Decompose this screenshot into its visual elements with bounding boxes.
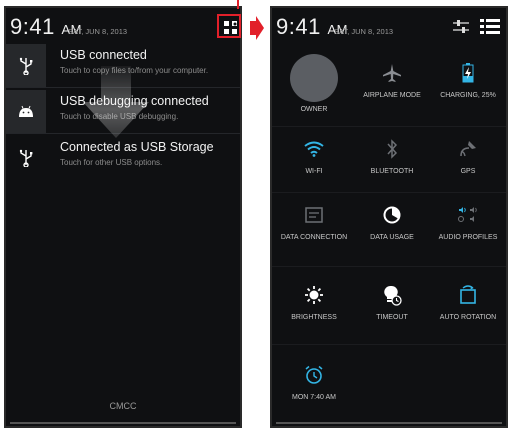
- tile-label: DATA CONNECTION: [280, 234, 348, 241]
- divider: [272, 266, 506, 267]
- gps-icon: [430, 136, 506, 162]
- tile-label: GPS: [460, 168, 476, 175]
- tile-bluetooth[interactable]: BLUETOOTH: [354, 128, 430, 190]
- charging-icon: [430, 60, 506, 86]
- status-header: 9:41 AM SAT, JUN 8, 2013: [6, 8, 240, 42]
- tile-airplane-mode[interactable]: AIRPLANE MODE: [354, 52, 430, 114]
- notification-item-usb-storage[interactable]: Connected as USB Storage Touch for other…: [6, 136, 240, 180]
- date-label: SAT, JUN 8, 2013: [68, 27, 128, 36]
- shade-handle[interactable]: [276, 422, 502, 424]
- tile-audio-profiles[interactable]: AUDIO PROFILES: [430, 194, 506, 256]
- tile-wifi[interactable]: WI-FI: [276, 128, 352, 190]
- status-header: 9:41 AM SAT, JUN 8, 2013: [272, 8, 506, 42]
- tile-label: TIMEOUT: [376, 314, 408, 321]
- alarm-icon: [276, 362, 352, 388]
- tile-label: BLUETOOTH: [370, 168, 414, 175]
- brightness-icon: [276, 282, 352, 308]
- tile-label: AIRPLANE MODE: [363, 92, 421, 99]
- divider: [272, 126, 506, 127]
- usb-icon: [6, 136, 46, 180]
- quick-settings-screen: 9:41 AM SAT, JUN 8, 2013 OWNER AIRPLANE …: [270, 6, 508, 428]
- notification-subtitle: Touch for other USB options.: [60, 158, 163, 167]
- clock-time: 9:41: [10, 14, 55, 39]
- timeout-icon: [354, 282, 430, 308]
- tile-data-usage[interactable]: DATA USAGE: [354, 194, 430, 256]
- notification-shade-screen: 9:41 AM SAT, JUN 8, 2013 USB connected T…: [4, 6, 242, 428]
- android-icon: [6, 90, 46, 134]
- wifi-icon: [276, 136, 352, 162]
- bluetooth-icon: [354, 136, 430, 162]
- date-label: SAT, JUN 8, 2013: [334, 27, 394, 36]
- data-connection-icon: [276, 202, 352, 228]
- divider: [272, 344, 506, 345]
- tile-label: WI-FI: [305, 168, 323, 175]
- tile-label: CHARGING, 25%: [440, 92, 496, 99]
- shade-handle[interactable]: [10, 422, 236, 424]
- data-usage-icon: [354, 202, 430, 228]
- tile-charging[interactable]: CHARGING, 25%: [430, 52, 506, 114]
- highlight-box: [217, 14, 241, 38]
- divider: [272, 192, 506, 193]
- notifications-list-icon[interactable]: [480, 18, 500, 41]
- carrier-label: CMCC: [109, 401, 137, 411]
- notification-title: Connected as USB Storage: [60, 140, 214, 154]
- tile-label: MON 7:40 AM: [292, 394, 336, 401]
- tile-brightness[interactable]: BRIGHTNESS: [276, 274, 352, 336]
- tile-label: AUDIO PROFILES: [438, 234, 498, 241]
- tile-label: AUTO ROTATION: [439, 314, 497, 321]
- callout-line: [237, 0, 239, 9]
- notification-title: USB connected: [60, 48, 147, 62]
- tile-gps[interactable]: GPS: [430, 128, 506, 190]
- airplane-icon: [354, 60, 430, 86]
- transition-arrow-icon: [250, 16, 264, 40]
- auto-rotation-icon: [430, 282, 506, 308]
- tile-owner[interactable]: OWNER: [276, 52, 352, 114]
- audio-profiles-icon: [430, 202, 506, 228]
- tile-label: DATA USAGE: [370, 234, 414, 241]
- clock-time: 9:41: [276, 14, 321, 39]
- settings-sliders-icon[interactable]: [452, 19, 470, 40]
- tile-label: OWNER: [300, 106, 328, 113]
- usb-icon: [6, 44, 46, 88]
- tile-label: BRIGHTNESS: [291, 314, 337, 321]
- tile-timeout[interactable]: TIMEOUT: [354, 274, 430, 336]
- swipe-down-arrow-icon: [83, 66, 149, 138]
- avatar: [290, 54, 338, 102]
- tile-alarm[interactable]: MON 7:40 AM: [276, 354, 352, 416]
- tile-auto-rotation[interactable]: AUTO ROTATION: [430, 274, 506, 336]
- tile-data-connection[interactable]: DATA CONNECTION: [276, 194, 352, 256]
